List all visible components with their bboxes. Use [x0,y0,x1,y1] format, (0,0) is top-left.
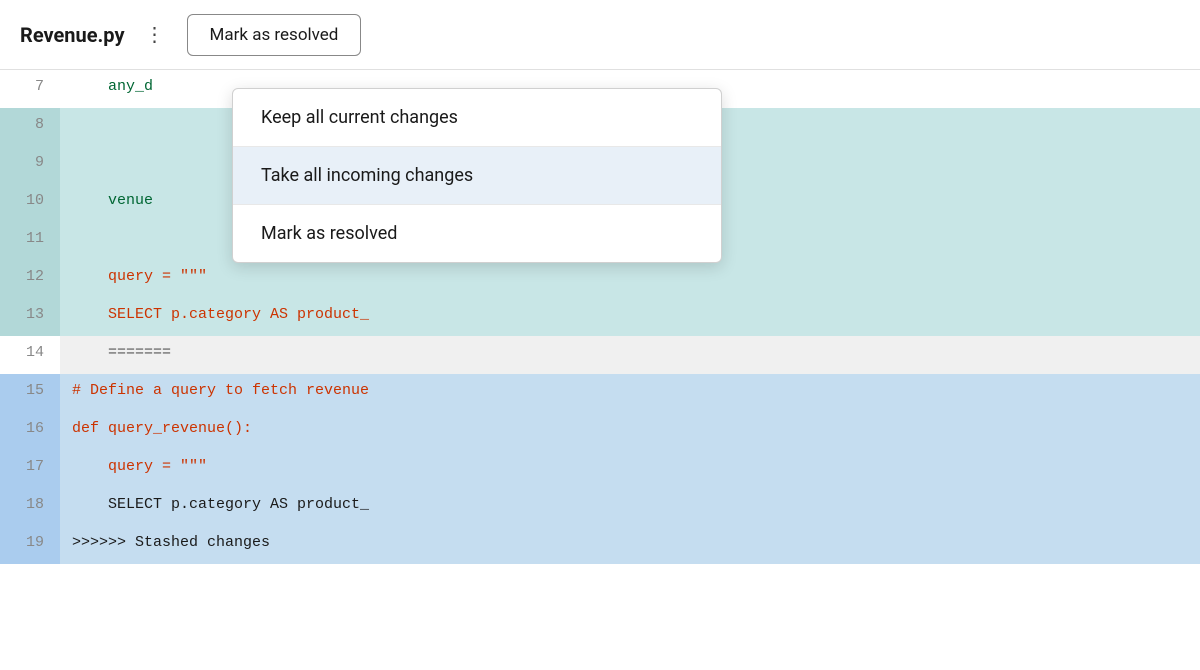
line-number-7: 7 [0,70,60,108]
dropdown-menu: Keep all current changes Take all incomi… [232,88,722,263]
line-number-14: 14 [0,336,60,374]
code-line-15: 15 # Define a query to fetch revenue [0,374,1200,412]
editor-container: Revenue.py ⋮ Mark as resolved 7 any_d 8 … [0,0,1200,670]
line-content-12: query = """ [60,260,1200,298]
code-line-14: 14 ======= [0,336,1200,374]
code-line-19: 19 >>>>>> Stashed changes [0,526,1200,564]
line-number-12: 12 [0,260,60,298]
line-number-8: 8 [0,108,60,146]
code-line-12: 12 query = """ [0,260,1200,298]
mark-resolved-button[interactable]: Mark as resolved [187,14,362,56]
line-content-16: def query_revenue(): [60,412,1200,450]
line-number-15: 15 [0,374,60,412]
line-number-13: 13 [0,298,60,336]
line-content-18: SELECT p.category AS product_ [60,488,1200,526]
code-line-18: 18 SELECT p.category AS product_ [0,488,1200,526]
line-content-19: >>>>>> Stashed changes [60,526,1200,564]
code-line-17: 17 query = """ [0,450,1200,488]
line-content-13: SELECT p.category AS product_ [60,298,1200,336]
line-number-16: 16 [0,412,60,450]
dropdown-item-take-incoming[interactable]: Take all incoming changes [233,147,721,205]
header-bar: Revenue.py ⋮ Mark as resolved [0,0,1200,70]
more-button[interactable]: ⋮ [137,18,175,51]
file-title: Revenue.py [20,23,125,47]
line-number-9: 9 [0,146,60,184]
line-number-10: 10 [0,184,60,222]
dropdown-item-mark-resolved[interactable]: Mark as resolved [233,205,721,262]
code-line-13: 13 SELECT p.category AS product_ [0,298,1200,336]
line-content-17: query = """ [60,450,1200,488]
code-line-16: 16 def query_revenue(): [0,412,1200,450]
line-number-19: 19 [0,526,60,564]
line-number-11: 11 [0,222,60,260]
line-content-15: # Define a query to fetch revenue [60,374,1200,412]
dropdown-item-keep-current[interactable]: Keep all current changes [233,89,721,147]
line-content-14: ======= [60,336,1200,374]
line-number-17: 17 [0,450,60,488]
line-number-18: 18 [0,488,60,526]
